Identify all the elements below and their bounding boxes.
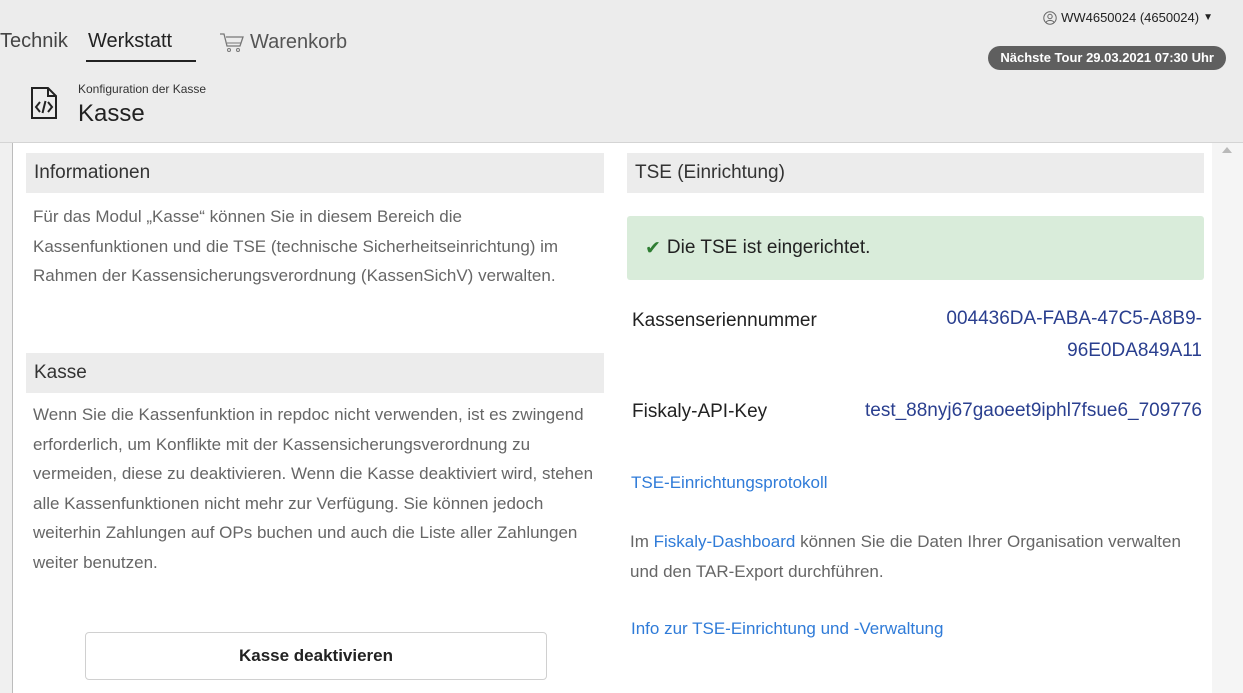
apikey-label: Fiskaly-API-Key	[632, 401, 768, 422]
user-menu[interactable]: WW4650024 (4650024) ▼	[1043, 10, 1213, 25]
kasse-text: Wenn Sie die Kassenfunktion in repdoc ni…	[33, 405, 594, 572]
informationen-text: Für das Modul „Kasse“ können Sie in dies…	[33, 207, 559, 285]
vertical-scrollbar[interactable]	[1212, 143, 1243, 693]
checkmark-icon: ✔	[645, 237, 661, 259]
scroll-up-arrow-icon[interactable]	[1222, 147, 1232, 153]
main-content: Informationen Für das Modul „Kasse“ könn…	[13, 143, 1212, 693]
kasse-heading: Kasse	[26, 353, 604, 393]
left-rail	[0, 143, 13, 693]
app-header: Technik Werkstatt Warenkorb WW4650024 (4…	[0, 0, 1243, 143]
alert-text: Die TSE ist eingerichtet.	[666, 237, 871, 258]
serial-value-line1: 004436DA-FABA-47C5-A8B9-	[946, 308, 1202, 329]
dashboard-text: Im Fiskaly-Dashboard können Sie die Date…	[630, 527, 1200, 587]
tab-warenkorb-label: Warenkorb	[250, 30, 348, 53]
kasse-deaktivieren-button[interactable]: Kasse deaktivieren	[85, 632, 547, 680]
code-file-icon	[31, 87, 57, 119]
page-subtitle: Konfiguration der Kasse	[78, 82, 207, 96]
tse-info-link[interactable]: Info zur TSE-Einrichtung und -Verwaltung	[631, 619, 943, 639]
tse-heading: TSE (Einrichtung)	[627, 153, 1204, 193]
serial-value-line2: 96E0DA849A11	[1067, 340, 1202, 361]
tse-success-alert: ✔ Die TSE ist eingerichtet.	[627, 216, 1204, 280]
active-tab-indicator	[86, 60, 196, 62]
fiskaly-dashboard-link[interactable]: Fiskaly-Dashboard	[654, 532, 796, 551]
page-title: Kasse	[78, 100, 145, 127]
serial-value: 004436DA-FABA-47C5-A8B9- 96E0DA849A11	[893, 303, 1202, 367]
informationen-heading: Informationen	[26, 153, 604, 193]
tab-technik[interactable]: Technik	[0, 30, 70, 53]
tab-warenkorb[interactable]: Warenkorb	[218, 30, 347, 54]
user-icon	[1043, 10, 1057, 25]
tab-werkstatt[interactable]: Werkstatt	[88, 30, 172, 53]
dashboard-pre: Im	[630, 532, 654, 551]
serial-label: Kassenseriennummer	[632, 310, 817, 331]
apikey-value: test_88nyj67gaoeet9iphl7fsue6_709776	[864, 400, 1202, 421]
cart-icon	[220, 33, 244, 52]
tse-protocol-link[interactable]: TSE-Einrichtungsprotokoll	[631, 473, 828, 493]
user-label: WW4650024 (4650024)	[1061, 10, 1200, 25]
next-tour-badge: Nächste Tour 29.03.2021 07:30 Uhr	[988, 46, 1226, 70]
chevron-down-icon: ▼	[1203, 12, 1213, 23]
